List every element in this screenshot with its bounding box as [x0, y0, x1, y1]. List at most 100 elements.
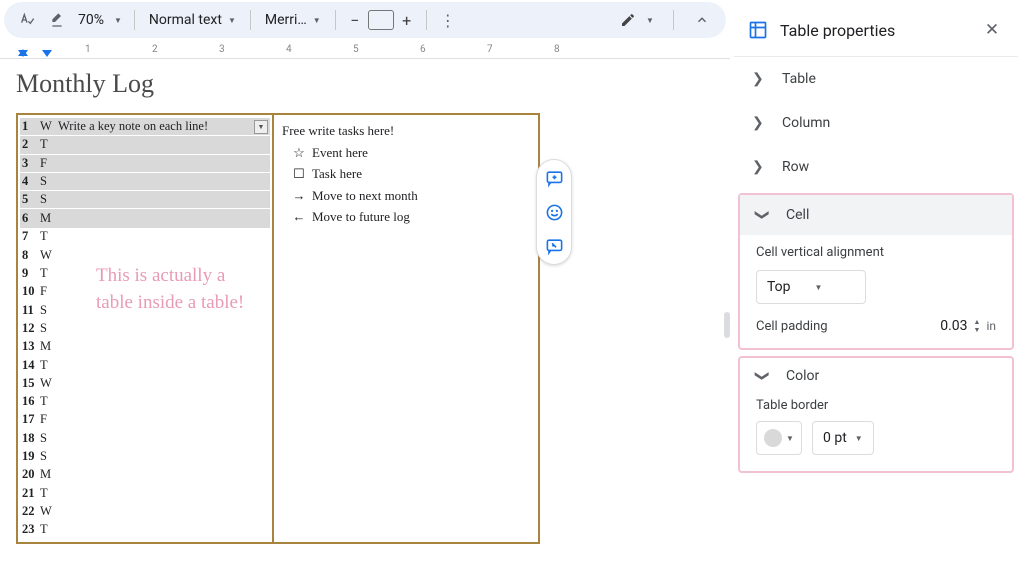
row-day: S	[38, 174, 56, 189]
scrollbar-thumb[interactable]	[724, 312, 730, 338]
document-canvas[interactable]: Monthly Log 1WWrite a key note on each l…	[0, 59, 730, 579]
row-day: T	[38, 137, 56, 152]
caret-down-icon: ▼	[815, 283, 823, 292]
section-color-header[interactable]: ❯ Color	[740, 358, 1012, 394]
cell-padding-stepper[interactable]: ▲▼	[974, 318, 981, 334]
free-write-heading[interactable]: Free write tasks here!	[282, 121, 528, 141]
indent-marker-first-line[interactable]	[42, 50, 52, 57]
table-left-cell[interactable]: 1WWrite a key note on each line!▼2T3F4S5…	[18, 115, 274, 542]
row-number: 16	[20, 394, 38, 409]
table-row[interactable]: 13M	[20, 338, 270, 356]
table-row[interactable]: 20M	[20, 466, 270, 484]
font-select[interactable]: Merri… ▼	[259, 12, 327, 28]
chevron-down-icon: ❯	[754, 370, 770, 382]
table-row[interactable]: 15W	[20, 374, 270, 392]
table-row[interactable]: 17F	[20, 411, 270, 429]
table-row[interactable]: 6M	[20, 209, 270, 227]
row-number: 21	[20, 486, 38, 501]
font-size-input[interactable]	[368, 10, 394, 30]
row-number: 14	[20, 358, 38, 373]
table-row[interactable]: 21T	[20, 484, 270, 502]
row-number: 5	[20, 192, 38, 207]
row-day: T	[38, 229, 56, 244]
font-size-group: − +	[344, 9, 418, 31]
row-day: S	[38, 431, 56, 446]
caret-down-icon: ▼	[313, 16, 321, 25]
document-page: Monthly Log 1WWrite a key note on each l…	[16, 69, 576, 544]
page-title[interactable]: Monthly Log	[16, 69, 576, 99]
table-row[interactable]: 22W	[20, 502, 270, 520]
table-row[interactable]: 3F	[20, 155, 270, 173]
list-item-label: Move to next month	[312, 186, 418, 206]
chevron-right-icon: ❯	[752, 115, 764, 131]
list-item[interactable]: → Move to next month	[282, 186, 528, 206]
table-border-label: Table border	[756, 398, 828, 413]
row-day: W	[38, 248, 56, 263]
ruler-label: 1	[85, 44, 91, 55]
row-day: W	[38, 504, 56, 519]
table-row[interactable]: 2T	[20, 136, 270, 154]
decrease-font-size-button[interactable]: −	[344, 9, 366, 31]
row-day: M	[38, 339, 56, 354]
table-right-cell[interactable]: Free write tasks here! ☆Event here☐Task …	[274, 115, 538, 542]
row-number: 12	[20, 321, 38, 336]
spellcheck-icon[interactable]	[14, 7, 40, 33]
list-item[interactable]: ☐Task here	[282, 164, 528, 184]
row-number: 18	[20, 431, 38, 446]
panel-title: Table properties	[780, 21, 968, 40]
increase-font-size-button[interactable]: +	[396, 9, 418, 31]
row-day: T	[38, 522, 56, 537]
table-row[interactable]: 7T	[20, 228, 270, 246]
horizontal-ruler[interactable]: 12345678	[0, 40, 730, 59]
section-row[interactable]: ❯ Row	[732, 145, 1020, 189]
cell-dropdown-icon[interactable]: ▼	[254, 120, 268, 134]
zoom-value: 70%	[78, 12, 104, 28]
row-day: F	[38, 412, 56, 427]
row-note[interactable]: Write a key note on each line!▼	[56, 119, 270, 134]
table-row[interactable]: 5S	[20, 191, 270, 209]
table-row[interactable]: 4S	[20, 173, 270, 191]
chevron-right-icon: ❯	[752, 159, 764, 175]
section-cell-header[interactable]: ❯ Cell	[740, 195, 1012, 235]
list-item[interactable]: ←Move to future log	[282, 207, 528, 227]
more-options-icon[interactable]: ⋮	[435, 7, 461, 33]
border-color-select[interactable]: ▼	[756, 421, 802, 455]
panel-header: Table properties ✕	[732, 4, 1020, 56]
row-day: T	[38, 394, 56, 409]
table-row[interactable]: 16T	[20, 392, 270, 410]
table-row[interactable]: 23T	[20, 521, 270, 539]
paint-format-icon[interactable]	[44, 7, 70, 33]
caret-down-icon: ▼	[855, 434, 863, 443]
suggest-edits-button[interactable]	[542, 234, 566, 258]
emoji-reaction-button[interactable]	[542, 200, 566, 224]
table-row[interactable]: 1WWrite a key note on each line!▼	[20, 118, 270, 136]
table-row[interactable]: 14T	[20, 356, 270, 374]
editing-mode-button[interactable]: ▼	[615, 7, 659, 33]
cell-vertical-alignment-select[interactable]: Top ▼	[756, 270, 866, 304]
table-properties-panel: Table properties ✕ ❯ Table ❯ Column ❯ Ro…	[732, 4, 1020, 579]
table-row[interactable]: 8W	[20, 246, 270, 264]
table-row[interactable]: 19S	[20, 447, 270, 465]
caret-down-icon: ▼	[786, 434, 794, 443]
bullet-icon: →	[292, 186, 306, 206]
row-day: M	[38, 467, 56, 482]
section-cell-highlight: ❯ Cell Cell vertical alignment Top ▼ Cel…	[738, 193, 1014, 350]
table-row[interactable]: 12S	[20, 319, 270, 337]
list-item-label: Task here	[312, 164, 362, 184]
collapse-toolbar-button[interactable]	[688, 7, 716, 33]
table-row[interactable]: 18S	[20, 429, 270, 447]
main-table[interactable]: 1WWrite a key note on each line!▼2T3F4S5…	[16, 113, 540, 544]
cell-padding-input[interactable]: 0.03	[934, 318, 968, 334]
row-number: 13	[20, 339, 38, 354]
paragraph-style-select[interactable]: Normal text ▼	[143, 12, 242, 28]
color-swatch-icon	[764, 429, 782, 447]
list-item[interactable]: ☆Event here	[282, 143, 528, 163]
section-column[interactable]: ❯ Column	[732, 101, 1020, 145]
add-comment-button[interactable]	[542, 166, 566, 190]
section-table[interactable]: ❯ Table	[732, 57, 1020, 101]
close-panel-button[interactable]: ✕	[980, 18, 1004, 42]
separator	[134, 10, 135, 30]
border-width-select[interactable]: 0 pt ▼	[812, 421, 874, 455]
zoom-select[interactable]: 70% ▼	[74, 12, 126, 28]
indent-marker-bottom[interactable]	[18, 49, 28, 56]
